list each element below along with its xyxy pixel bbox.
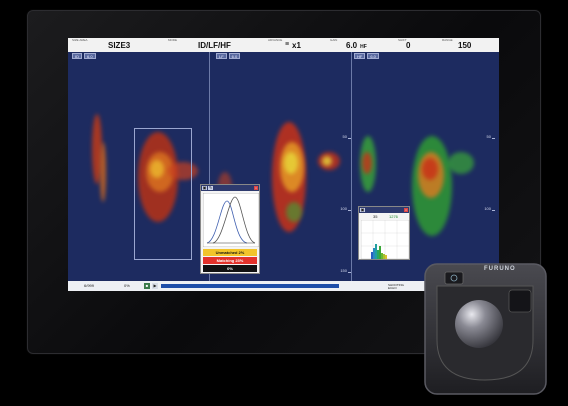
echo-school (322, 156, 332, 166)
depth-label: 100 (340, 206, 347, 211)
playback-icon[interactable]: ▶ (152, 283, 158, 289)
advance-icon: ≡ (285, 41, 290, 48)
depth-label: 100 (484, 206, 491, 211)
selection-box[interactable] (134, 128, 192, 260)
unmatched-label: Unmatched 2% (215, 250, 245, 255)
popup-edit-icon[interactable]: ✎ (208, 186, 213, 190)
depth-tick (492, 138, 495, 139)
close-icon[interactable]: × (254, 186, 258, 190)
depth-scale-right: 50 100 150 (484, 52, 495, 281)
record-counter: 6/999 (84, 283, 95, 288)
histogram-value-a: 35 (373, 214, 378, 219)
advance-value: x1 (292, 41, 301, 50)
depth-tick (348, 210, 351, 211)
echo-school (422, 158, 438, 180)
matching-label: Matching 23% (216, 258, 244, 263)
gain-indicator[interactable]: GAIN 6.0 HF (330, 38, 390, 52)
power-button[interactable] (444, 271, 464, 285)
panel-hf-header: HF 6.0 (354, 53, 379, 59)
history-scrollbar-thumb[interactable] (161, 284, 339, 288)
echo-trace (362, 152, 372, 174)
record-percent: 0% (124, 283, 130, 288)
echo-school (448, 152, 474, 174)
popup-menu-icon[interactable]: ▣ (360, 208, 365, 212)
side-button[interactable] (508, 289, 532, 313)
distribution-graph (203, 193, 259, 247)
panel-lf-header: LF 6.0 (216, 53, 241, 59)
depth-tick (348, 138, 351, 139)
gain-unit: HF (360, 44, 367, 50)
echo-trace (100, 142, 106, 202)
close-icon[interactable]: × (404, 208, 408, 212)
advance-indicator[interactable]: ADVANCE ≡ x1 (268, 38, 328, 52)
gain-value: 6.0 (346, 41, 358, 50)
panel-hf-tag[interactable]: HF (354, 53, 366, 59)
brand-logo: FURUNO (484, 266, 516, 272)
histogram-graph (361, 220, 409, 259)
residual-label: 0% (227, 266, 233, 271)
range-value: 150 (458, 41, 472, 50)
shift-indicator[interactable]: SHIFT 0 (398, 38, 438, 52)
histogram-popup-titlebar: ▣ (359, 207, 409, 213)
panel-id-tag[interactable]: ID (72, 53, 82, 59)
echo-school (284, 152, 298, 174)
size-area-value: SIZE3 (108, 41, 131, 50)
depth-label: 50 (486, 134, 491, 139)
matching-row: Matching 23% (203, 257, 257, 264)
panel-hf-gain-tag[interactable]: 6.0 (367, 53, 379, 59)
echo-school (286, 202, 302, 222)
history-scrollbar[interactable] (161, 284, 339, 288)
advance-label: ADVANCE (268, 38, 283, 42)
panel-lf-tag[interactable]: LF (216, 53, 227, 59)
panel-id-gain-tag[interactable]: 6.0 (84, 53, 96, 59)
echogram-panel-id[interactable]: ID 6.0 (68, 52, 210, 281)
popup-menu-icon[interactable]: ▣ (202, 186, 207, 190)
depth-tick (348, 272, 351, 273)
depth-label: 50 (342, 134, 347, 139)
unmatched-row: Unmatched 2% (203, 249, 257, 256)
histogram-value-b: 1276 (389, 214, 398, 219)
mode-label: MODE (168, 38, 177, 42)
histogram-popup[interactable]: ▣ × 35 1276 (358, 206, 410, 260)
mode-value: ID/LF/HF (198, 41, 231, 50)
mode-indicator[interactable]: MODE ID/LF/HF (168, 38, 248, 52)
depth-label: 150 (340, 268, 347, 273)
residual-row: 0% (203, 265, 257, 272)
echogram-screen: SIZE AREA SIZE3 MODE ID/LF/HF ADVANCE ≡ … (68, 38, 499, 291)
trackball[interactable] (455, 300, 503, 348)
matching-popup[interactable]: ▣ ✎ × Unmatched 2% Matching 23% 0% (200, 184, 260, 274)
trackball-controller (424, 263, 547, 395)
depth-scale-left: 50 100 150 (340, 52, 351, 281)
size-area-label: SIZE AREA (72, 38, 88, 42)
range-label: RANGE (442, 38, 453, 42)
shift-value: 0 (406, 41, 411, 50)
matching-popup-titlebar: ▣ ✎ (201, 185, 259, 191)
status-bar: SIZE AREA SIZE3 MODE ID/LF/HF ADVANCE ≡ … (68, 38, 499, 52)
panel-lf-gain-tag[interactable]: 6.0 (228, 53, 241, 59)
range-indicator[interactable]: RANGE 150 (442, 38, 496, 52)
bottom-info-line-2: ECHO (388, 286, 397, 290)
size-area-indicator[interactable]: SIZE AREA SIZE3 (72, 38, 152, 52)
panel-id-header: ID 6.0 (72, 53, 96, 59)
depth-tick (492, 210, 495, 211)
gain-label: GAIN (330, 38, 338, 42)
record-icon[interactable]: ■ (144, 283, 150, 289)
